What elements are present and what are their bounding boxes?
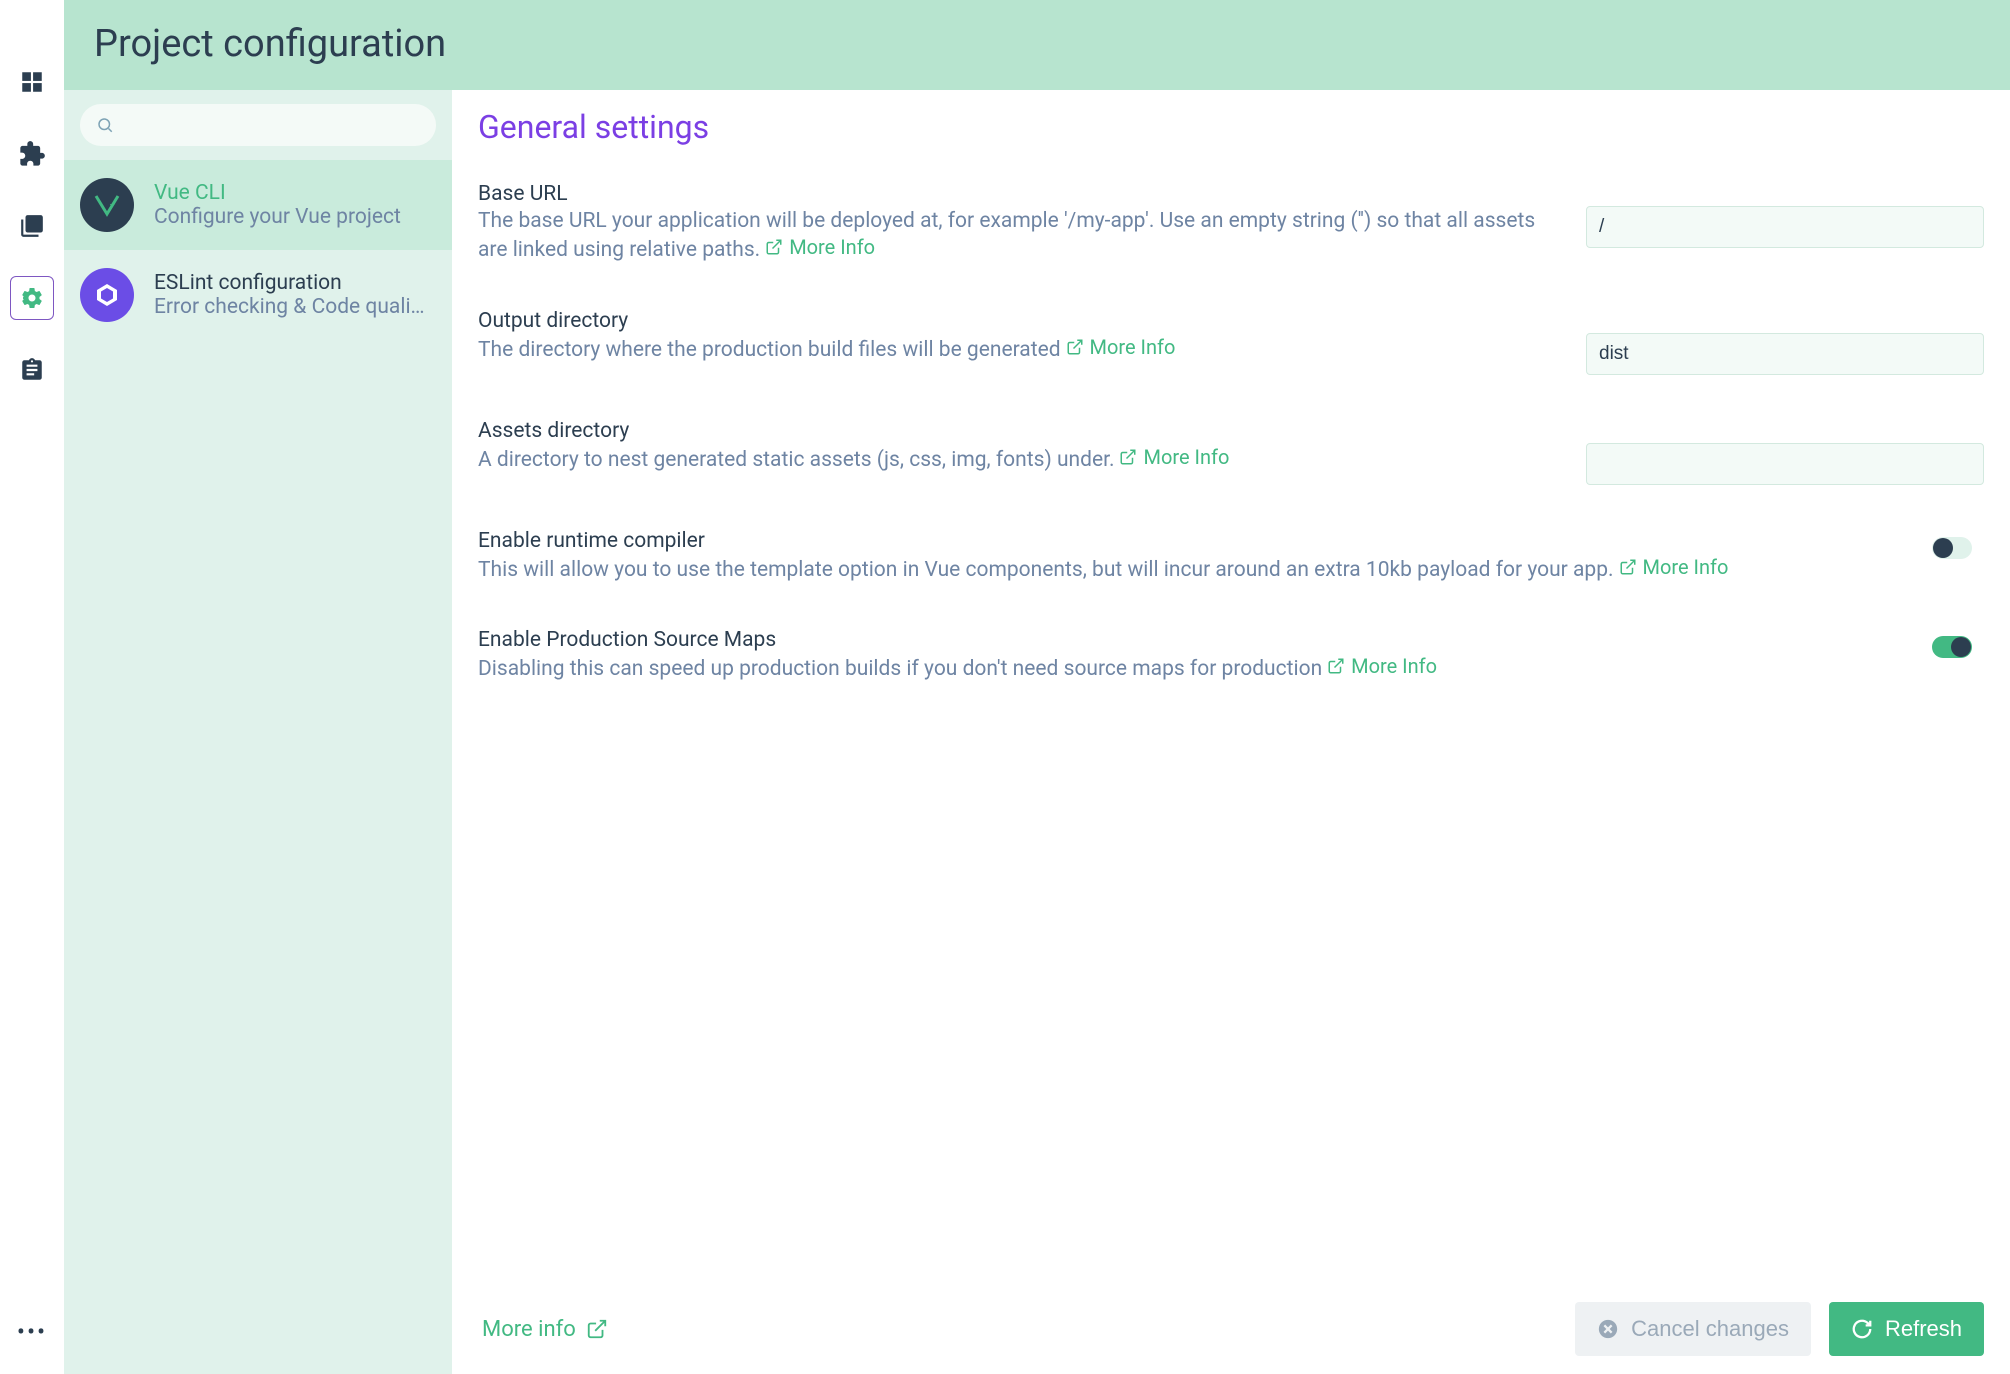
open-external-icon: [765, 238, 783, 256]
settings-icon: [20, 286, 44, 310]
eslint-icon: [80, 268, 134, 322]
open-external-icon: [1119, 448, 1137, 466]
field-label: Enable Production Source Maps: [478, 628, 1892, 652]
nav-tasks[interactable]: [10, 348, 54, 392]
search-box[interactable]: [80, 104, 436, 146]
more-info-link[interactable]: More Info: [1327, 654, 1437, 678]
config-item-vue-cli[interactable]: _ Vue CLI Configure your Vue project: [64, 160, 452, 250]
field-output-dir: Output directory The directory where the…: [478, 309, 1984, 375]
more-info-link[interactable]: More Info: [1619, 555, 1729, 579]
search-input[interactable]: [124, 115, 420, 136]
open-external-icon: [1327, 657, 1345, 675]
field-runtime-compiler: Enable runtime compiler This will allow …: [478, 529, 1984, 584]
more-info-link[interactable]: More Info: [1066, 335, 1176, 359]
field-label: Assets directory: [478, 419, 1546, 443]
field-base-url: Base URL The base URL your application w…: [478, 182, 1984, 265]
nav-rail: •••: [0, 0, 64, 1374]
dashboard-icon: [19, 69, 45, 95]
field-label: Output directory: [478, 309, 1546, 333]
vue-cli-icon: _: [80, 178, 134, 232]
config-item-eslint[interactable]: ESLint configuration Error checking & Co…: [64, 250, 452, 340]
field-assets-dir: Assets directory A directory to nest gen…: [478, 419, 1984, 485]
field-description: The directory where the production build…: [478, 338, 1061, 362]
config-item-title: ESLint configuration: [154, 271, 425, 295]
field-description: Disabling this can speed up production b…: [478, 657, 1322, 681]
field-label: Enable runtime compiler: [478, 529, 1892, 553]
panel-heading: General settings: [478, 108, 1984, 146]
config-item-subtitle: Configure your Vue project: [154, 205, 401, 229]
output-dir-input[interactable]: [1586, 333, 1984, 375]
nav-configuration[interactable]: [10, 276, 54, 320]
open-external-icon: [1066, 338, 1084, 356]
nav-more[interactable]: •••: [17, 1318, 47, 1346]
field-source-maps: Enable Production Source Maps Disabling …: [478, 628, 1984, 683]
dependencies-icon: [19, 213, 45, 239]
header-bar: Project configuration: [64, 0, 2010, 90]
svg-text:_: _: [110, 196, 115, 207]
page-title: Project configuration: [94, 22, 1980, 66]
field-label: Base URL: [478, 182, 1546, 206]
config-item-title: Vue CLI: [154, 181, 401, 205]
more-info-link[interactable]: More Info: [1119, 445, 1229, 469]
panel-footer: More info Cancel changes Refresh: [478, 1282, 1984, 1356]
close-icon: [1597, 1318, 1619, 1340]
nav-dependencies[interactable]: [10, 204, 54, 248]
refresh-button[interactable]: Refresh: [1829, 1302, 1984, 1356]
assets-dir-input[interactable]: [1586, 443, 1984, 485]
config-item-subtitle: Error checking & Code quali…: [154, 295, 425, 319]
field-description: The base URL your application will be de…: [478, 209, 1535, 262]
nav-dashboard[interactable]: [10, 60, 54, 104]
plugin-icon: [18, 140, 46, 168]
content-row: _ Vue CLI Configure your Vue project ESL…: [64, 90, 2010, 1374]
open-external-icon: [586, 1318, 608, 1340]
more-info-button[interactable]: More info: [478, 1309, 612, 1350]
field-description: A directory to nest generated static ass…: [478, 448, 1115, 472]
config-sidebar: _ Vue CLI Configure your Vue project ESL…: [64, 90, 452, 1374]
base-url-input[interactable]: [1586, 206, 1984, 248]
main: Project configuration _ Vue CLI Configur…: [64, 0, 2010, 1374]
settings-panel: General settings Base URL The base URL y…: [452, 90, 2010, 1374]
more-info-link[interactable]: More Info: [765, 235, 875, 259]
source-maps-toggle[interactable]: [1932, 636, 1972, 658]
cancel-button[interactable]: Cancel changes: [1575, 1302, 1811, 1356]
search-icon: [96, 116, 114, 134]
runtime-compiler-toggle[interactable]: [1932, 537, 1972, 559]
open-external-icon: [1619, 558, 1637, 576]
field-description: This will allow you to use the template …: [478, 558, 1614, 582]
refresh-icon: [1851, 1318, 1873, 1340]
nav-plugins[interactable]: [10, 132, 54, 176]
tasks-icon: [19, 357, 45, 383]
